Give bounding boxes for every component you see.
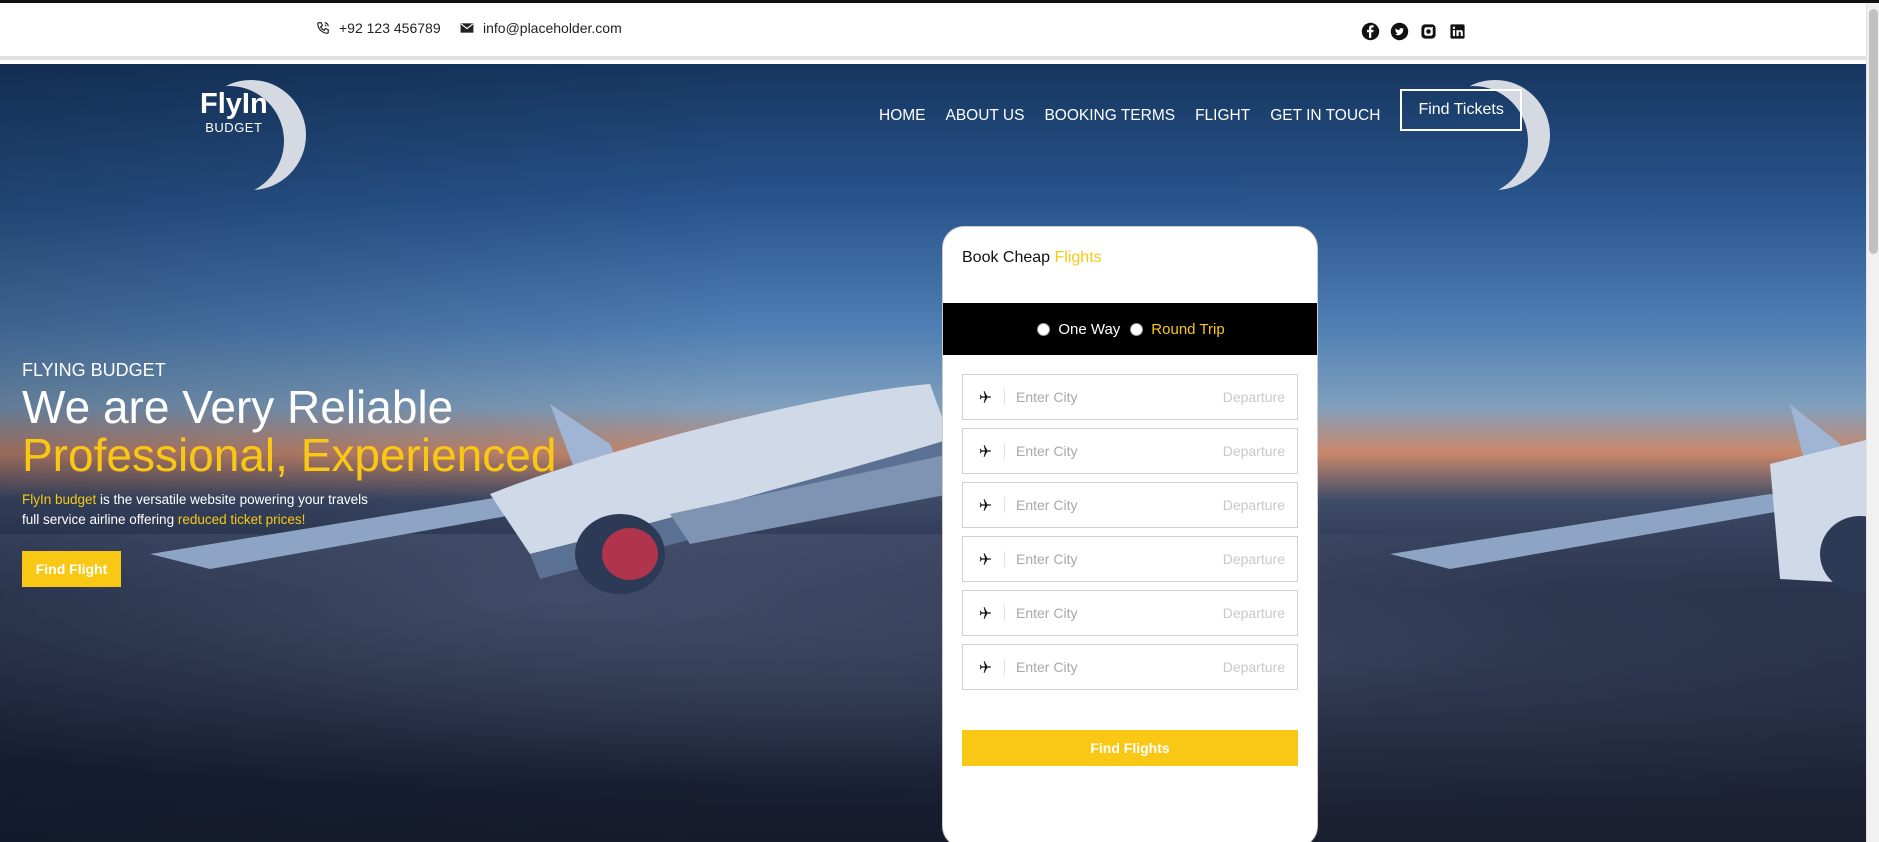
airplane-icon [963,389,1005,405]
nav-item-get-in-touch[interactable]: GET IN TOUCH [1270,107,1380,125]
departure-hint: Departure [1222,551,1285,567]
phone-icon [317,22,329,34]
nav-item-home[interactable]: HOME [879,107,926,125]
city-input[interactable]: Enter City [1005,443,1223,459]
airplane-icon [963,497,1005,513]
hero-headline: We are Very Reliable [22,381,454,433]
desc-text: is the versatile website powering your t… [96,492,368,507]
departure-hint: Departure [1222,443,1285,459]
city-field[interactable]: Enter City Departure [962,536,1298,582]
city-field[interactable]: Enter City Departure [962,374,1298,420]
city-input[interactable]: Enter City [1005,659,1223,675]
booking-title-accent: Flights [1054,249,1102,266]
booking-title-prefix: Book Cheap [962,249,1055,266]
find-flights-button[interactable]: Find Flights [962,730,1298,766]
departure-hint: Departure [1222,659,1285,675]
hero-eyebrow: FLYING BUDGET [22,360,166,380]
city-field[interactable]: Enter City Departure [962,590,1298,636]
email-address: info@placeholder.com [483,20,622,36]
airplane-icon [963,443,1005,459]
city-field[interactable]: Enter City Departure [962,482,1298,528]
city-field[interactable]: Enter City Departure [962,428,1298,474]
brand-highlight: FlyIn budget [22,492,97,507]
site-logo[interactable]: FlyIn BUDGET [200,88,268,135]
departure-hint: Departure [1222,497,1285,513]
city-input[interactable]: Enter City [1005,389,1223,405]
find-flight-button[interactable]: Find Flight [22,551,121,587]
city-input[interactable]: Enter City [1005,605,1223,621]
hero-description: FlyIn budget is the versatile website po… [22,490,422,530]
main-nav: HOME ABOUT US BOOKING TERMS FLIGHT GET I… [879,89,1522,131]
logo-subtitle: BUDGET [205,120,263,135]
phone-contact[interactable]: +92 123 456789 [316,20,441,36]
desc-text: full service airline offering [22,512,178,527]
booking-card: Book Cheap Flights One Way Round Trip En… [942,226,1318,842]
find-tickets-button[interactable]: Find Tickets [1400,89,1522,131]
city-input[interactable]: Enter City [1005,497,1223,513]
round-trip-radio[interactable] [1130,322,1144,336]
departure-hint: Departure [1222,605,1285,621]
phone-number: +92 123 456789 [339,20,441,36]
booking-title: Book Cheap Flights [962,249,1102,267]
nav-item-about-us[interactable]: ABOUT US [946,107,1025,125]
airplane-image [1390,404,1866,592]
one-way-radio[interactable] [1037,322,1051,336]
scrollbar-thumb[interactable] [1869,9,1878,254]
airplane-icon [963,659,1005,675]
hero-headline-accent: Professional, Experienced [22,429,557,481]
city-input[interactable]: Enter City [1005,551,1223,567]
nav-item-flight[interactable]: FLIGHT [1195,107,1250,125]
social-links [1360,21,1467,41]
page-scrollbar[interactable] [1866,3,1879,842]
departure-hint: Departure [1222,389,1285,405]
logo-title: FlyIn [200,88,268,120]
one-way-label[interactable]: One Way [1058,321,1120,338]
facebook-icon[interactable] [1360,21,1380,41]
mail-icon [460,23,474,33]
price-highlight: reduced ticket prices! [177,512,306,527]
top-contact-bar: +92 123 456789 info@placeholder.com [0,3,1866,60]
round-trip-label[interactable]: Round Trip [1151,321,1224,338]
twitter-icon[interactable] [1389,21,1409,41]
linkedin-icon[interactable] [1447,21,1467,41]
airplane-icon [963,551,1005,567]
airplane-icon [963,605,1005,621]
trip-type-selector: One Way Round Trip [943,303,1317,355]
city-field[interactable]: Enter City Departure [962,644,1298,690]
email-contact[interactable]: info@placeholder.com [460,20,622,36]
instagram-icon[interactable] [1418,21,1438,41]
nav-item-booking-terms[interactable]: BOOKING TERMS [1044,107,1175,125]
hero-section: FlyIn BUDGET HOME ABOUT US BOOKING TERMS… [0,64,1866,842]
